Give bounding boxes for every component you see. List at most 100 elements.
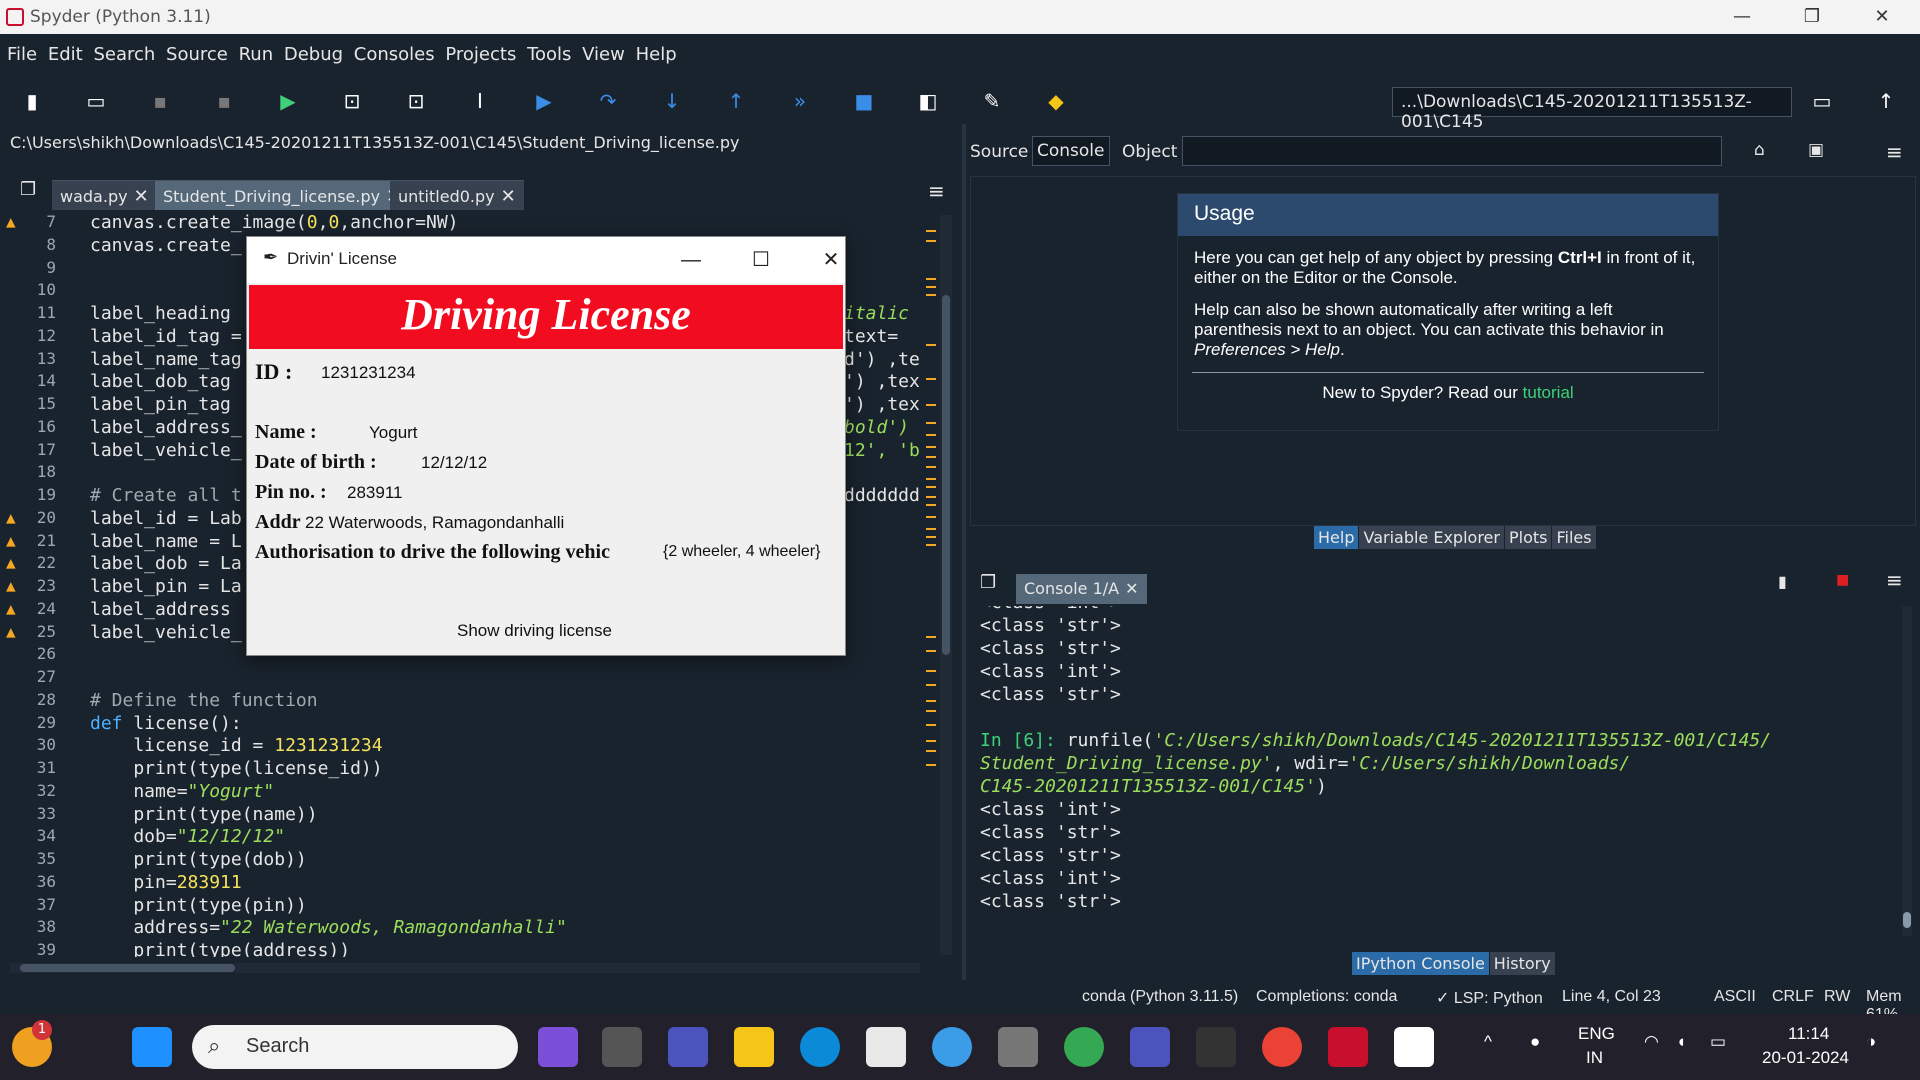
store-icon[interactable] [866,1027,906,1067]
run-cell-icon[interactable]: ⊡ [338,88,366,114]
warning-icon[interactable]: ▲ [6,599,16,618]
printer-icon[interactable] [998,1027,1038,1067]
tab-variable-explorer[interactable]: Variable Explorer [1359,526,1504,549]
tab-untitled0[interactable]: untitled0.py ✕ [390,180,524,210]
file-explorer-icon[interactable] [734,1027,774,1067]
spyder-icon[interactable] [1328,1027,1368,1067]
menu-view[interactable]: View [575,36,625,65]
python-path-icon[interactable]: ◆ [1042,88,1070,114]
close-tab-icon[interactable]: ✕ [134,186,149,207]
new-file-icon[interactable]: ▮ [18,88,46,114]
trash-icon[interactable]: ▮ [1778,572,1787,591]
warning-icon[interactable]: ▲ [6,576,16,595]
copilot-icon[interactable] [538,1027,578,1067]
tab-console-1a[interactable]: Console 1/A ✕ [1016,574,1147,604]
language-eng[interactable]: ENG [1578,1024,1615,1044]
console-scrollbar[interactable] [1902,606,1912,936]
run-selection-icon[interactable]: I [466,88,494,114]
warning-icon[interactable]: ▲ [6,508,16,527]
stop-icon[interactable]: ■ [1836,572,1849,588]
tab-help[interactable]: Help [1314,526,1359,549]
show-hidden-icons-icon[interactable]: ^ [1484,1032,1492,1052]
notifications-icon[interactable]: ◑ [1866,1032,1876,1052]
menu-debug[interactable]: Debug [277,36,343,65]
editor-horizontal-scrollbar[interactable] [10,963,920,973]
run-icon[interactable]: ▶ [274,88,302,114]
continue-icon[interactable]: » [786,88,814,114]
dialog-minimize-button[interactable]: — [671,245,711,275]
scroll-thumb[interactable] [1903,912,1911,928]
warning-icon[interactable]: ▲ [6,212,16,231]
scroll-thumb[interactable] [942,295,950,655]
chrome-icon[interactable] [1262,1027,1302,1067]
dialog-maximize-button[interactable]: ☐ [741,245,781,275]
tab-ipython-console[interactable]: IPython Console [1352,952,1489,975]
close-tab-icon[interactable]: ✕ [1125,579,1138,598]
notepad-icon[interactable] [1394,1027,1434,1067]
menu-search[interactable]: Search [86,36,155,65]
maximize-pane-icon[interactable]: ◧ [914,88,942,114]
teams-icon[interactable] [668,1027,708,1067]
tutorial-link[interactable]: tutorial [1523,383,1574,402]
language-in[interactable]: IN [1586,1048,1603,1068]
close-button[interactable]: ✕ [1862,4,1902,30]
task-view-icon[interactable] [602,1027,642,1067]
home-icon[interactable]: ⌂ [1754,140,1765,160]
menu-consoles[interactable]: Consoles [347,36,435,65]
help-icon[interactable] [932,1027,972,1067]
save-icon[interactable]: ▪ [146,88,174,114]
menu-projects[interactable]: Projects [438,36,516,65]
parent-directory-icon[interactable]: ↑ [1872,88,1900,114]
options-menu-icon[interactable]: ≡ [920,174,953,204]
warning-icon[interactable]: ▲ [6,622,16,641]
browse-tabs-icon[interactable]: ❐ [980,572,996,593]
working-directory-field[interactable]: ...\Downloads\C145-20201211T135513Z-001\… [1392,87,1792,132]
warning-icon[interactable]: ▲ [6,531,16,550]
menu-tools[interactable]: Tools [520,36,571,65]
menu-run[interactable]: Run [232,36,274,65]
tab-plots[interactable]: Plots [1504,526,1552,549]
warning-icon[interactable]: ▲ [6,553,16,572]
clock-time[interactable]: 11:14 [1788,1024,1829,1044]
menu-edit[interactable]: Edit [41,36,83,65]
save-all-icon[interactable]: ▪ [210,88,238,114]
step-icon[interactable]: ↷ [594,88,622,114]
tab-wada[interactable]: wada.py ✕ [52,180,157,210]
status-completions[interactable]: Completions: conda [1256,988,1397,1006]
chrome-profile-icon[interactable] [1064,1027,1104,1067]
debug-icon[interactable]: ▶ [530,88,558,114]
object-input[interactable] [1182,136,1722,166]
minimize-button[interactable]: — [1722,4,1762,30]
mouse-icon[interactable] [1196,1027,1236,1067]
scroll-thumb[interactable] [20,964,235,972]
step-into-icon[interactable]: ↓ [658,88,686,114]
tab-student-driving-license[interactable]: Student_Driving_license.py✕ [155,180,410,210]
lock-icon[interactable]: ▣ [1808,140,1824,160]
preferences-wrench-icon[interactable]: ✎ [978,88,1006,114]
status-lsp[interactable]: ✓ LSP: Python [1436,988,1543,1008]
browse-folder-icon[interactable]: ▭ [1808,88,1836,114]
show-license-button[interactable]: Show driving license [457,621,612,641]
source-select[interactable]: Console [1032,136,1110,166]
start-windows-icon[interactable] [132,1027,172,1067]
options-menu-icon[interactable]: ≡ [1886,568,1903,592]
menu-file[interactable]: File [0,36,37,65]
run-cell-advance-icon[interactable]: ⊡ [402,88,430,114]
clock-date[interactable]: 20-01-2024 [1762,1048,1849,1068]
stop-icon[interactable]: ■ [850,88,878,114]
status-env[interactable]: conda (Python 3.11.5) [1082,988,1238,1006]
close-tab-icon[interactable]: ✕ [501,186,516,207]
microphone-icon[interactable]: ● [1530,1032,1540,1052]
dialog-close-button[interactable]: ✕ [811,245,851,275]
teams-new-icon[interactable] [1130,1027,1170,1067]
console-output[interactable]: <class 'int'><class 'str'><class 'str'><… [974,606,1894,956]
editor-vertical-scrollbar[interactable] [940,215,952,955]
options-menu-icon[interactable]: ≡ [1886,140,1903,164]
battery-icon[interactable]: ▭ [1710,1032,1726,1052]
maximize-button[interactable]: ❐ [1792,4,1832,30]
browse-tabs-icon[interactable]: ❐ [12,174,44,204]
open-file-icon[interactable]: ▭ [82,88,110,114]
menu-help[interactable]: Help [629,36,677,65]
volume-icon[interactable]: ◖ [1676,1032,1686,1052]
step-return-icon[interactable]: ↑ [722,88,750,114]
